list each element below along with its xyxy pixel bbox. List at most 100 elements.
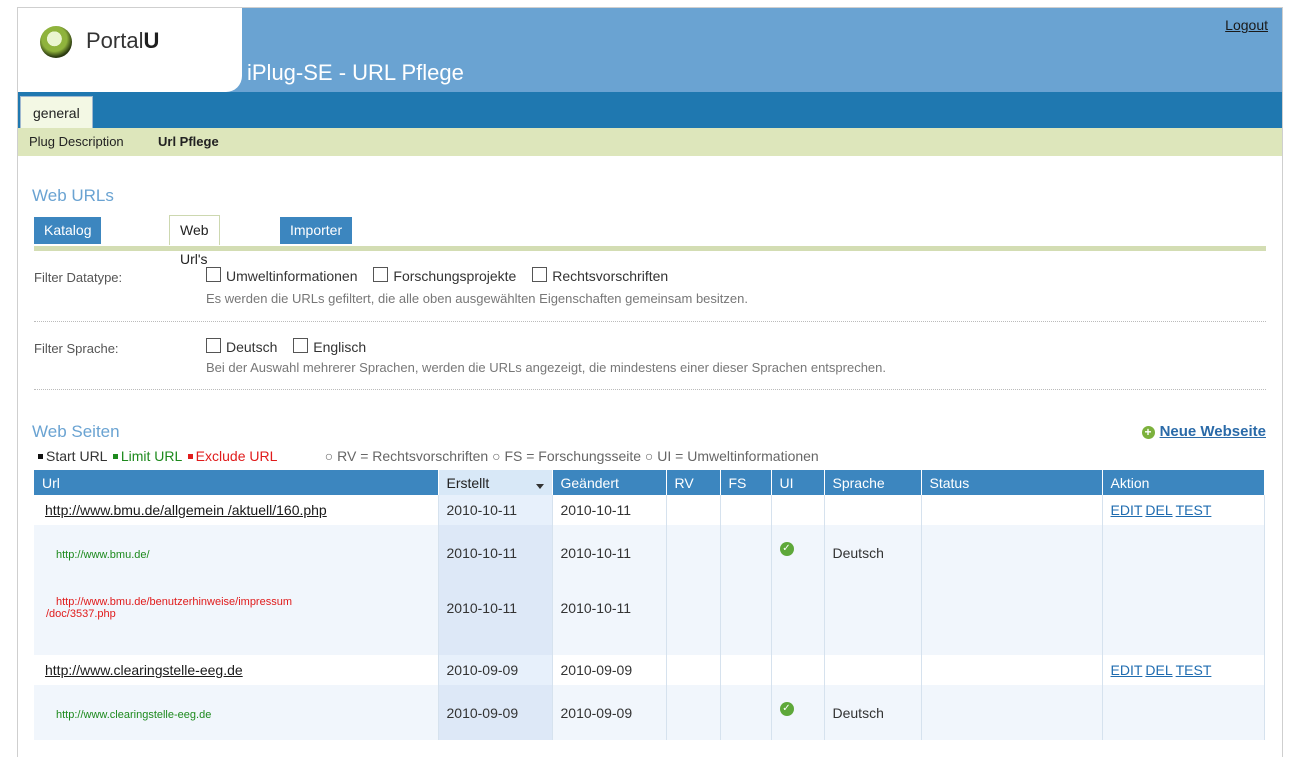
divider (34, 389, 1266, 390)
legend-start: Start URL (46, 448, 107, 464)
url-cell: http://www.bmu.de/benutzerhinweise/impre… (34, 580, 439, 635)
ui-cell (771, 635, 825, 655)
edit-link[interactable]: EDIT (1111, 662, 1143, 678)
subnav: Plug Description Url Pflege (18, 128, 1282, 156)
start-url-link[interactable]: http://www.bmu.de/allgemein /aktuell/160… (42, 502, 327, 518)
tab-importer[interactable]: Importer (280, 217, 353, 244)
exclude-url-text: /doc/3537.php (46, 607, 116, 620)
portalu-logo-icon (40, 26, 72, 58)
filter-datatype-label: Filter Datatype: (34, 270, 123, 285)
tab-underline (34, 246, 1266, 251)
table-row (34, 635, 1265, 655)
action-cell (1102, 580, 1265, 635)
sprache-cell (824, 495, 922, 525)
action-cell: EDIT DEL TEST (1102, 655, 1265, 685)
exclude-url-marker-icon (187, 453, 193, 459)
sprache-cell (824, 655, 922, 685)
col-status[interactable]: Status (921, 470, 1103, 495)
action-cell (1102, 525, 1265, 580)
col-geaendert[interactable]: Geändert (552, 470, 667, 495)
table-row: http://www.bmu.de/benutzerhinweise/impre… (34, 580, 1265, 635)
legend: Start URL Limit URL Exclude URL ○ RV = R… (36, 448, 819, 464)
col-ui[interactable]: UI (771, 470, 825, 495)
erstellt-cell (438, 635, 553, 655)
test-link[interactable]: TEST (1176, 502, 1212, 518)
fs-cell (720, 580, 772, 635)
start-url-link[interactable]: http://www.clearingstelle-eeg.de (42, 662, 243, 678)
delete-link[interactable]: DEL (1145, 662, 1172, 678)
start-url-marker-icon (38, 453, 43, 459)
fs-cell (720, 495, 772, 525)
checkbox-umweltinformationen[interactable]: Umweltinformationen (206, 267, 358, 284)
url-cell: http://www.bmu.de/ (34, 525, 439, 580)
col-sprache[interactable]: Sprache (824, 470, 922, 495)
limit-url-text: http://www.bmu.de/ (56, 548, 150, 561)
url-cell (34, 635, 439, 655)
fs-cell (720, 685, 772, 740)
checkbox-box[interactable] (532, 267, 548, 282)
logo-text: PortalU (86, 28, 160, 53)
rv-cell (666, 495, 721, 525)
tab-general[interactable]: general (20, 96, 93, 128)
header: PortalU iPlug-SE - URL Pflege Logout (18, 8, 1282, 92)
checkbox-englisch[interactable]: Englisch (293, 338, 366, 355)
url-cell: http://www.clearingstelle-eeg.de (34, 685, 439, 740)
geaendert-cell: 2010-09-09 (552, 655, 667, 685)
geaendert-cell: 2010-10-11 (552, 580, 667, 635)
ui-cell (771, 495, 825, 525)
limit-url-marker-icon (112, 453, 118, 459)
checkbox-box[interactable] (206, 267, 221, 282)
tab-web-urls[interactable]: Web Url's (169, 215, 220, 267)
logout-link[interactable]: Logout (1225, 17, 1268, 33)
delete-link[interactable]: DEL (1145, 502, 1172, 518)
exclude-url-text: http://www.bmu.de/benutzerhinweise/impre… (56, 595, 292, 608)
table-row: http://www.bmu.de/ 2010-10-11 2010-10-11… (34, 525, 1265, 580)
check-icon: ✓ (779, 701, 794, 716)
table-row: http://www.bmu.de/allgemein /aktuell/160… (34, 495, 1265, 525)
table-row: http://www.clearingstelle-eeg.de 2010-09… (34, 685, 1265, 740)
fs-cell (720, 525, 772, 580)
checkbox-box[interactable] (293, 338, 309, 353)
legend-limit: Limit URL (120, 448, 182, 464)
checkbox-forschungsprojekte[interactable]: Forschungsprojekte (373, 267, 516, 284)
app-frame: PortalU iPlug-SE - URL Pflege Logout gen… (17, 7, 1283, 757)
url-cell: http://www.bmu.de/allgemein /aktuell/160… (34, 495, 439, 525)
checkbox-box[interactable] (373, 267, 389, 282)
ui-cell: ✓ (771, 525, 825, 580)
col-url[interactable]: Url (34, 470, 439, 495)
new-website-button[interactable]: + Neue Webseite (1141, 423, 1266, 440)
web-seiten-title: Web Seiten (32, 422, 120, 441)
checkbox-rechtsvorschriften[interactable]: Rechtsvorschriften (532, 267, 668, 284)
action-cell (1102, 635, 1265, 655)
checkbox-box[interactable] (206, 338, 221, 353)
subnav-url-pflege[interactable]: Url Pflege (158, 134, 219, 149)
url-cell: http://www.clearingstelle-eeg.de (34, 655, 439, 685)
sprache-cell (824, 635, 922, 655)
ui-cell (771, 655, 825, 685)
sort-desc-icon (535, 483, 544, 489)
checkbox-deutsch[interactable]: Deutsch (206, 338, 277, 355)
ui-cell: ✓ (771, 685, 825, 740)
filter-sprache-label: Filter Sprache: (34, 341, 119, 356)
table-row: http://www.clearingstelle-eeg.de 2010-09… (34, 655, 1265, 685)
geaendert-cell: 2010-10-11 (552, 495, 667, 525)
action-cell (1102, 685, 1265, 740)
erstellt-cell: 2010-10-11 (438, 580, 553, 635)
subnav-plug-description[interactable]: Plug Description (29, 134, 124, 149)
filter-sprache-options: Deutsch Englisch (206, 338, 378, 355)
fs-cell (720, 655, 772, 685)
status-cell (921, 685, 1103, 740)
erstellt-cell: 2010-10-11 (438, 495, 553, 525)
status-cell (921, 655, 1103, 685)
tab-katalog-urls[interactable]: Katalog Url's (34, 217, 102, 265)
web-seiten-table: Url Erstellt Geändert RV FS UI Sprache S… (34, 470, 1265, 740)
status-cell (921, 525, 1103, 580)
col-rv[interactable]: RV (666, 470, 721, 495)
rv-cell (666, 635, 721, 655)
action-cell: EDIT DEL TEST (1102, 495, 1265, 525)
test-link[interactable]: TEST (1176, 662, 1212, 678)
legend-ui: ○ UI = Umweltinformationen (644, 448, 819, 464)
col-erstellt[interactable]: Erstellt (438, 470, 553, 495)
col-fs[interactable]: FS (720, 470, 772, 495)
edit-link[interactable]: EDIT (1111, 502, 1143, 518)
